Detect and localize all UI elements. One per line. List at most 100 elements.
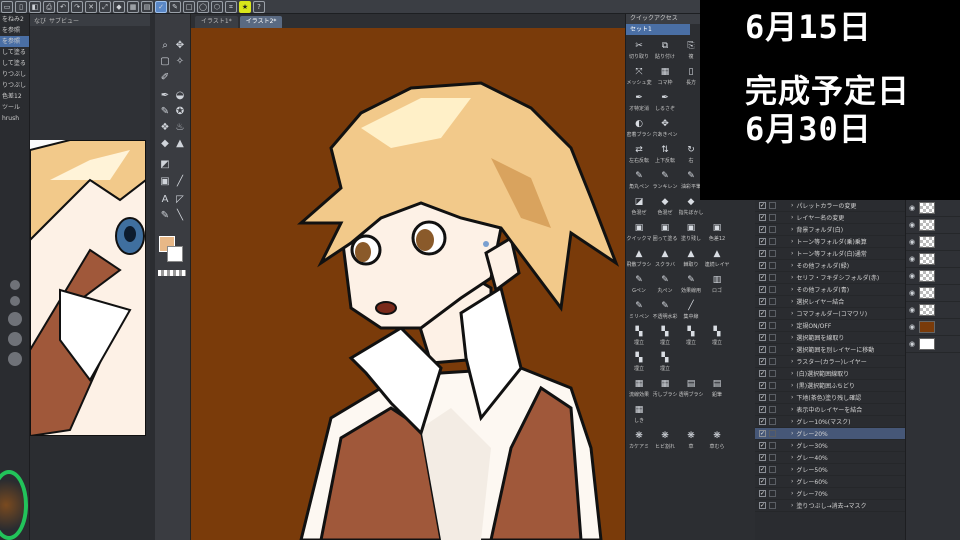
text-icon[interactable]: A [159,194,171,206]
quick-access-item[interactable]: ▥ ロゴ [704,271,730,297]
auto-action-row[interactable]: ✓ › 下地(茶色)塗り残し確認 [755,392,905,404]
quick-access-item[interactable]: ▣ 色差12 [704,219,730,245]
expand-arrow-icon[interactable]: › [791,214,793,221]
expand-arrow-icon[interactable]: › [791,454,793,461]
auto-action-record-box[interactable] [769,298,776,305]
expand-arrow-icon[interactable]: › [791,286,793,293]
expand-arrow-icon[interactable]: › [791,478,793,485]
auto-action-record-box[interactable] [769,274,776,281]
snap-icon[interactable]: ✓ [155,0,167,13]
left-row[interactable]: ツール [0,102,29,113]
eye-icon[interactable]: ◉ [909,272,917,280]
auto-action-row[interactable]: ✓ › コマフォルダー(コマワリ) [755,308,905,320]
quick-access-item[interactable]: ✎ Gペン [626,271,652,297]
quick-access-item[interactable]: ✎ ランキレン [652,167,678,193]
left-row[interactable]: をねみ2 [0,14,29,25]
auto-action-row[interactable]: ✓ › グレー60% [755,476,905,488]
auto-action-record-box[interactable] [769,310,776,317]
auto-action-record-box[interactable] [769,442,776,449]
blend-icon[interactable]: ♨ [174,122,186,134]
auto-action-record-box[interactable] [769,430,776,437]
auto-action-row[interactable]: ✓ › 塗りつぶし→消去→マスク [755,500,905,512]
quick-access-item[interactable]: ▲ 棘取り [678,245,704,271]
brush-size-dot[interactable] [9,280,20,290]
auto-action-row[interactable]: ✓ › その他フォルダ(青) [755,284,905,296]
select-lasso-icon[interactable]: ◯ [197,0,209,13]
quick-access-item[interactable]: ▚ 埋立 [652,349,678,375]
eye-icon[interactable]: ◉ [909,340,917,348]
quick-access-item[interactable]: ▚ 埋立 [652,323,678,349]
quick-access-item[interactable]: ✎ 角丸ペン [626,167,652,193]
decoration-icon[interactable]: ❖ [159,122,171,134]
left-row[interactable]: して塗る [0,47,29,58]
open-icon[interactable]: ▯ [15,0,27,13]
help-icon[interactable]: ? [253,0,265,13]
expand-arrow-icon[interactable]: › [791,298,793,305]
auto-action-record-box[interactable] [769,502,776,509]
auto-action-checkbox[interactable]: ✓ [759,334,766,341]
expand-arrow-icon[interactable]: › [791,322,793,329]
auto-action-row[interactable]: ✓ › ラスター(カラー)レイヤー [755,356,905,368]
auto-action-checkbox[interactable]: ✓ [759,430,766,437]
quick-access-item[interactable]: ▚ 埋立 [626,323,652,349]
quick-access-item[interactable]: ╱ 集中線 [678,297,704,323]
auto-action-row[interactable]: ✓ › 表示中のレイヤーを結合 [755,404,905,416]
left-row[interactable]: りつぶし [0,80,29,91]
auto-action-record-box[interactable] [769,226,776,233]
crop-icon[interactable]: ⌗ [225,0,237,13]
eyedropper-icon[interactable]: ✐ [159,72,171,84]
quick-access-item[interactable]: ◐ 密着ブラシ [626,115,652,141]
quick-access-item[interactable]: ✎ 丸ペン [652,271,678,297]
quick-access-item[interactable]: ✒ しるさぞ [652,89,678,115]
auto-action-row[interactable]: ✓ › 定規ON/OFF [755,320,905,332]
expand-arrow-icon[interactable]: › [791,334,793,341]
document-tab[interactable]: イラスト1* [195,16,238,28]
drawing-canvas[interactable] [191,28,625,540]
select-icon[interactable]: ▢ [159,56,171,68]
auto-action-row[interactable]: ✓ › グレー50% [755,464,905,476]
auto-action-checkbox[interactable]: ✓ [759,274,766,281]
expand-arrow-icon[interactable]: › [791,238,793,245]
auto-action-checkbox[interactable]: ✓ [759,442,766,449]
auto-action-checkbox[interactable]: ✓ [759,502,766,509]
auto-action-record-box[interactable] [769,370,776,377]
move-icon[interactable]: ✥ [174,40,186,52]
quick-access-item[interactable]: ▣ クイックマ [626,219,652,245]
auto-action-row[interactable]: ✓ › グレー20% [755,428,905,440]
pen-tool-icon[interactable]: ✒ [159,90,171,102]
expand-arrow-icon[interactable]: › [791,262,793,269]
auto-action-checkbox[interactable]: ✓ [759,358,766,365]
auto-action-record-box[interactable] [769,454,776,461]
expand-arrow-icon[interactable]: › [791,466,793,473]
eye-icon[interactable]: ◉ [909,238,917,246]
document-tab-active[interactable]: イラスト2* [239,16,283,28]
pen-icon[interactable]: ✎ [169,0,181,13]
auto-action-checkbox[interactable]: ✓ [759,238,766,245]
left-row[interactable]: hrush [0,113,29,124]
expand-arrow-icon[interactable]: › [791,226,793,233]
expand-arrow-icon[interactable]: › [791,394,793,401]
expand-arrow-icon[interactable]: › [791,430,793,437]
layer-row[interactable]: ◉ [906,200,960,217]
expand-arrow-icon[interactable]: › [791,490,793,497]
quick-access-item[interactable]: ▚ 埋立 [626,349,652,375]
quick-access-item[interactable]: ❋ ヒビ割れ [652,427,678,453]
expand-arrow-icon[interactable]: › [791,310,793,317]
expand-arrow-icon[interactable]: › [791,358,793,365]
expand-arrow-icon[interactable]: › [791,274,793,281]
left-row[interactable]: りつぶし [0,69,29,80]
expand-arrow-icon[interactable]: › [791,442,793,449]
tab-navigator[interactable]: なび [34,16,46,25]
auto-action-record-box[interactable] [769,490,776,497]
quick-access-item[interactable]: ❋ 草むら [704,427,730,453]
left-row[interactable]: して塗る [0,58,29,69]
auto-action-row[interactable]: ✓ › 選択範囲を線取り [755,332,905,344]
quick-access-item[interactable]: ▤ 鉛筆 [704,375,730,401]
auto-action-record-box[interactable] [769,418,776,425]
quick-access-item[interactable]: ✎ 不透明水彩 [652,297,678,323]
frame-icon[interactable]: ▣ [159,176,171,188]
layer-row[interactable]: ◉ [906,336,960,353]
clear-icon[interactable]: ✕ [85,0,97,13]
fill-tool-icon[interactable]: ◆ [159,138,171,150]
auto-select-icon[interactable]: ✧ [174,56,186,68]
